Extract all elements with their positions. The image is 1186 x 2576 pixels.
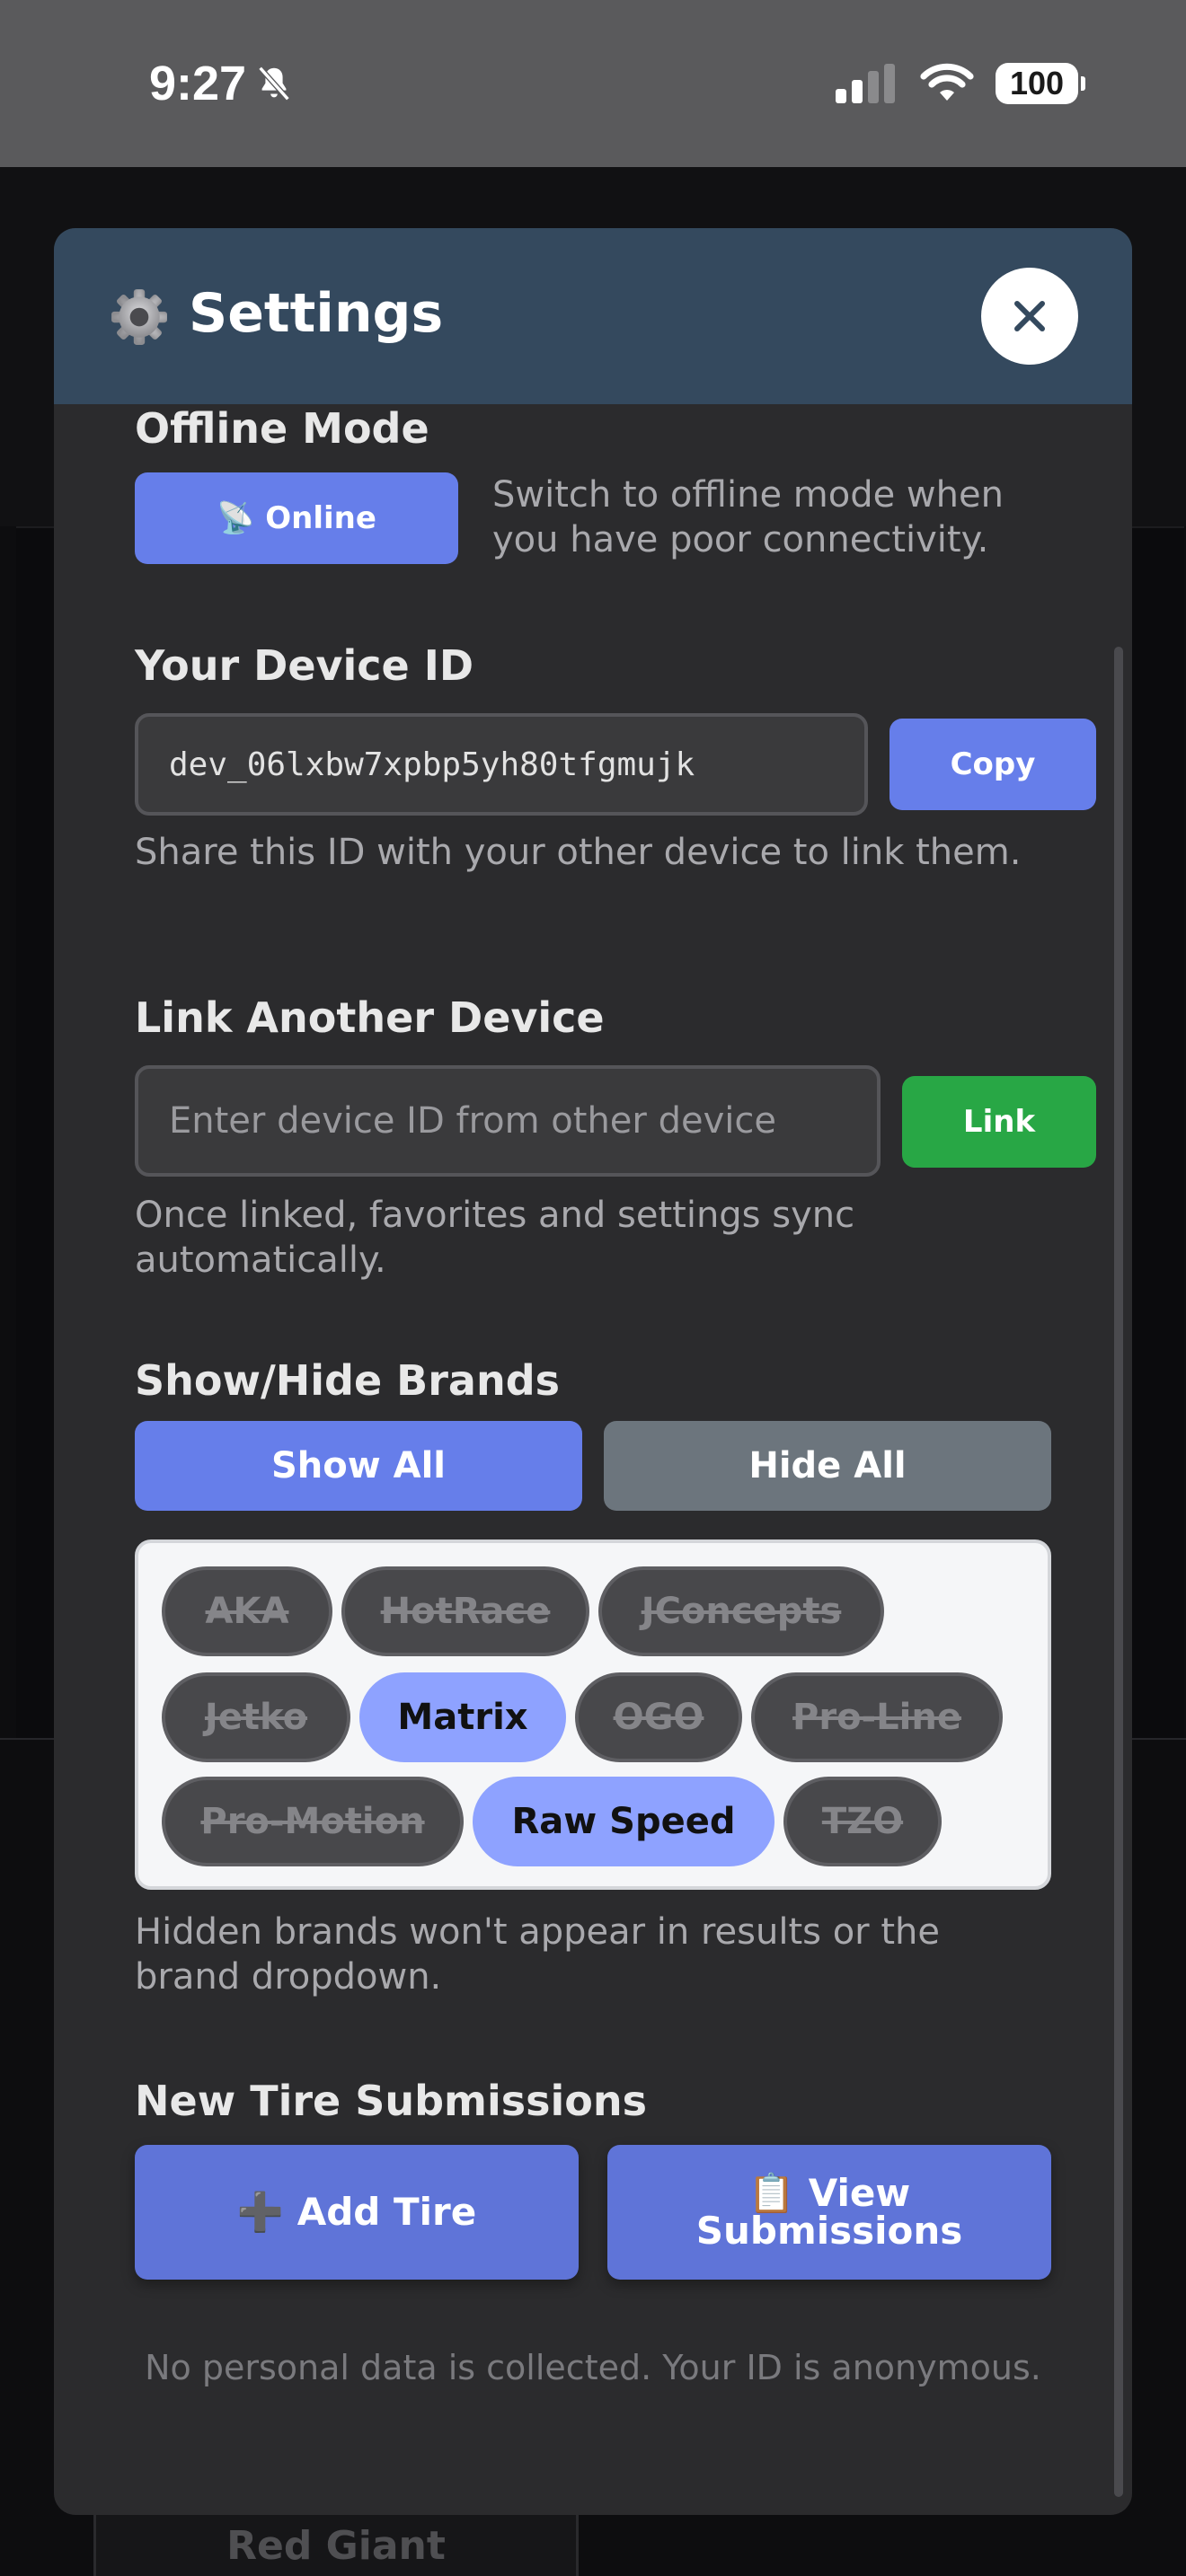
copy-button[interactable]: Copy — [890, 719, 1096, 810]
brand-chip-raw-speed[interactable]: Raw Speed — [473, 1777, 774, 1866]
offline-mode-title: Offline Mode — [135, 404, 429, 453]
device-id-title: Your Device ID — [135, 641, 474, 690]
close-button[interactable] — [981, 268, 1078, 365]
device-id-help: Share this ID with your other device to … — [135, 832, 1022, 873]
brand-chip-hotrace[interactable]: HotRace — [341, 1566, 589, 1656]
bell-muted-icon — [258, 66, 290, 101]
brand-chip-ogo[interactable]: OGO — [575, 1672, 742, 1762]
privacy-note: No personal data is collected. Your ID i… — [145, 2348, 1041, 2387]
brand-chip-pro-motion[interactable]: Pro-Motion — [162, 1777, 464, 1866]
view-submissions-button[interactable]: 📋 View Submissions — [607, 2145, 1051, 2280]
brand-chip-pro-line[interactable]: Pro-Line — [751, 1672, 1003, 1762]
modal-header: Settings — [54, 228, 1132, 404]
gear-icon — [111, 289, 167, 345]
view-submissions-label-line1: 📋 View — [748, 2171, 911, 2215]
close-icon — [1014, 301, 1045, 331]
brand-chip-jconcepts[interactable]: JConcepts — [598, 1566, 884, 1656]
link-device-input[interactable] — [169, 1069, 877, 1173]
link-device-title: Link Another Device — [135, 993, 605, 1042]
settings-modal: Settings Offline Mode 📡 Online Switch to… — [54, 228, 1132, 2515]
battery-indicator: 100 — [996, 63, 1085, 104]
offline-mode-help: Switch to offline mode when you have poo… — [492, 474, 1004, 560]
show-all-button[interactable]: Show All — [135, 1421, 582, 1511]
add-tire-button[interactable]: ➕ Add Tire — [135, 2145, 579, 2280]
wifi-icon — [920, 63, 974, 101]
device-id-field: dev_06lxbw7xpbp5yh80tfgmujk — [135, 713, 868, 816]
modal-content: Offline Mode 📡 Online Switch to offline … — [54, 404, 1132, 2515]
device-id-value: dev_06lxbw7xpbp5yh80tfgmujk — [169, 745, 695, 783]
brand-chip-matrix[interactable]: Matrix — [359, 1672, 566, 1762]
status-indicators: 100 — [836, 63, 1085, 104]
background-card-title: Red Giant — [226, 2523, 446, 2569]
online-toggle-button[interactable]: 📡 Online — [135, 472, 458, 564]
brand-chip-aka[interactable]: AKA — [162, 1566, 332, 1656]
brands-title: Show/Hide Brands — [135, 1356, 561, 1405]
brand-chip-jetko[interactable]: Jetko — [162, 1672, 350, 1762]
status-bar: 9:27 100 — [0, 0, 1186, 167]
cellular-signal-icon — [836, 64, 895, 103]
hide-all-button[interactable]: Hide All — [604, 1421, 1051, 1511]
modal-title: Settings — [189, 282, 444, 345]
submissions-title: New Tire Submissions — [135, 2077, 648, 2125]
brands-list: AKA HotRace JConcepts Jetko Matrix OGO P… — [135, 1539, 1051, 1890]
brand-chip-tzo[interactable]: TZO — [783, 1777, 942, 1866]
view-submissions-label-line2: Submissions — [695, 2209, 963, 2253]
status-time: 9:27 — [149, 56, 295, 111]
brands-help: Hidden brands won't appear in results or… — [135, 1911, 940, 1998]
clock-text: 9:27 — [149, 57, 247, 110]
battery-level: 100 — [1009, 65, 1065, 101]
link-button[interactable]: Link — [902, 1076, 1096, 1168]
link-device-field[interactable] — [135, 1065, 881, 1177]
link-device-help: Once linked, favorites and settings sync… — [135, 1195, 855, 1281]
